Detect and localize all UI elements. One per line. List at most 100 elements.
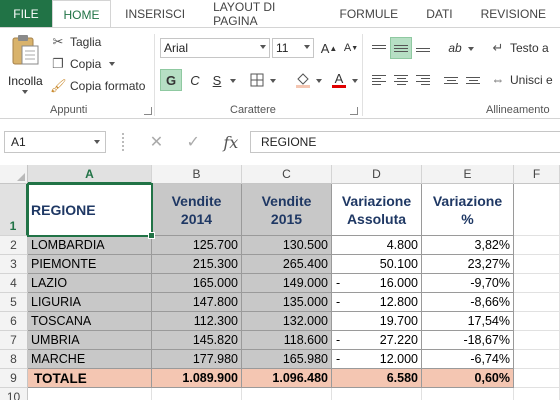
header-cell-variazione-percent[interactable]: Variazione % xyxy=(422,184,514,236)
wrap-text-button[interactable]: ↵ Testo a xyxy=(490,40,549,56)
pct-change-cell[interactable]: 3,82% xyxy=(422,236,514,255)
paste-button[interactable]: Incolla xyxy=(6,34,44,96)
formula-bar-grip[interactable] xyxy=(122,133,124,151)
sales-2015-cell[interactable]: 149.000 xyxy=(242,274,332,293)
sales-2014-cell[interactable]: 125.700 xyxy=(152,236,242,255)
orientation-button[interactable]: ab xyxy=(444,37,466,59)
empty-cell[interactable] xyxy=(514,255,560,274)
row-header-3[interactable]: 3 xyxy=(0,255,28,274)
sales-2014-cell[interactable]: 112.300 xyxy=(152,312,242,331)
increase-font-button[interactable]: A ▲ xyxy=(318,37,340,59)
increase-indent-button[interactable] xyxy=(462,69,484,91)
fill-color-button[interactable] xyxy=(292,69,314,91)
sales-2015-cell[interactable]: 118.600 xyxy=(242,331,332,350)
align-right-button[interactable] xyxy=(412,69,434,91)
row-header-6[interactable]: 6 xyxy=(0,312,28,331)
sales-2015-cell[interactable]: 132.000 xyxy=(242,312,332,331)
font-color-button[interactable]: A xyxy=(328,69,350,91)
column-header-a[interactable]: A xyxy=(28,165,152,184)
sales-2014-cell[interactable]: 177.980 xyxy=(152,350,242,369)
total-2015-cell[interactable]: 1.096.480 xyxy=(242,369,332,388)
sales-2015-cell[interactable]: 265.400 xyxy=(242,255,332,274)
row-header-4[interactable]: 4 xyxy=(0,274,28,293)
font-size-select[interactable]: 11 xyxy=(272,38,314,58)
region-cell[interactable]: PIEMONTE xyxy=(28,255,152,274)
region-cell[interactable]: UMBRIA xyxy=(28,331,152,350)
column-header-f[interactable]: F xyxy=(514,165,560,184)
abs-change-cell[interactable]: - 12.800 xyxy=(332,293,422,312)
total-pct-change-cell[interactable]: 0,60% xyxy=(422,369,514,388)
empty-cell[interactable] xyxy=(152,388,242,400)
dialog-launcher-icon[interactable] xyxy=(350,107,358,115)
region-cell[interactable]: TOSCANA xyxy=(28,312,152,331)
row-header-1[interactable]: 1 xyxy=(0,184,28,236)
row-header-9[interactable]: 9 xyxy=(0,369,28,388)
header-cell-vendite-2014[interactable]: Vendite 2014 xyxy=(152,184,242,236)
abs-change-cell[interactable]: 4.800 xyxy=(332,236,422,255)
row-header-5[interactable]: 5 xyxy=(0,293,28,312)
chevron-down-icon[interactable] xyxy=(352,79,358,83)
align-bottom-button[interactable] xyxy=(412,37,434,59)
align-top-button[interactable] xyxy=(368,37,390,59)
tab-formule[interactable]: FORMULE xyxy=(326,0,413,28)
empty-cell[interactable] xyxy=(514,274,560,293)
chevron-down-icon[interactable] xyxy=(230,79,236,83)
abs-change-cell[interactable]: - 16.000 xyxy=(332,274,422,293)
empty-cell[interactable] xyxy=(514,184,560,236)
empty-cell[interactable] xyxy=(514,331,560,350)
empty-cell[interactable] xyxy=(514,388,560,400)
underline-button[interactable]: S xyxy=(206,69,228,91)
borders-button[interactable] xyxy=(246,69,268,91)
empty-cell[interactable] xyxy=(514,236,560,255)
align-center-button[interactable] xyxy=(390,69,412,91)
pct-change-cell[interactable]: -9,70% xyxy=(422,274,514,293)
row-header-10[interactable]: 10 xyxy=(0,388,28,400)
total-2014-cell[interactable]: 1.089.900 xyxy=(152,369,242,388)
decrease-font-button[interactable]: A ▼ xyxy=(340,37,362,59)
header-cell-variazione-assoluta[interactable]: Variazione Assoluta xyxy=(332,184,422,236)
enter-icon[interactable]: ✓ xyxy=(187,132,200,152)
italic-button[interactable]: C xyxy=(184,69,206,91)
pct-change-cell[interactable]: 17,54% xyxy=(422,312,514,331)
name-box[interactable]: A1 xyxy=(4,131,106,153)
empty-cell[interactable] xyxy=(514,293,560,312)
format-painter-button[interactable]: 🖌 Copia formato xyxy=(50,78,145,94)
tab-revisione[interactable]: REVISIONE xyxy=(467,0,560,28)
dialog-launcher-icon[interactable] xyxy=(144,107,152,115)
bold-button[interactable]: G xyxy=(160,69,182,91)
pct-change-cell[interactable]: 23,27% xyxy=(422,255,514,274)
total-label-cell[interactable]: TOTALE xyxy=(28,369,152,388)
pct-change-cell[interactable]: -8,66% xyxy=(422,293,514,312)
region-cell[interactable]: MARCHE xyxy=(28,350,152,369)
tab-home[interactable]: HOME xyxy=(51,0,112,28)
decrease-indent-button[interactable] xyxy=(440,69,462,91)
chevron-down-icon[interactable] xyxy=(270,79,276,83)
insert-function-icon[interactable]: fx xyxy=(223,133,238,152)
total-abs-change-cell[interactable]: 6.580 xyxy=(332,369,422,388)
empty-cell[interactable] xyxy=(514,369,560,388)
column-header-d[interactable]: D xyxy=(332,165,422,184)
region-cell[interactable]: LIGURIA xyxy=(28,293,152,312)
header-cell-regione[interactable]: REGIONE xyxy=(28,184,152,236)
sales-2015-cell[interactable]: 165.980 xyxy=(242,350,332,369)
tab-dati[interactable]: DATI xyxy=(412,0,466,28)
font-name-select[interactable]: Arial xyxy=(160,38,270,58)
empty-cell[interactable] xyxy=(422,388,514,400)
region-cell[interactable]: LOMBARDIA xyxy=(28,236,152,255)
align-middle-button[interactable] xyxy=(390,37,412,59)
formula-input[interactable]: REGIONE xyxy=(250,131,560,153)
empty-cell[interactable] xyxy=(28,388,152,400)
empty-cell[interactable] xyxy=(514,312,560,331)
abs-change-cell[interactable]: - 27.220 xyxy=(332,331,422,350)
region-cell[interactable]: LAZIO xyxy=(28,274,152,293)
abs-change-cell[interactable]: - 12.000 xyxy=(332,350,422,369)
tab-layout-di-pagina[interactable]: LAYOUT DI PAGINA xyxy=(199,0,325,28)
sales-2015-cell[interactable]: 130.500 xyxy=(242,236,332,255)
column-header-c[interactable]: C xyxy=(242,165,332,184)
abs-change-cell[interactable]: 19.700 xyxy=(332,312,422,331)
sales-2015-cell[interactable]: 135.000 xyxy=(242,293,332,312)
tab-file[interactable]: FILE xyxy=(0,0,52,28)
align-left-button[interactable] xyxy=(368,69,390,91)
row-header-2[interactable]: 2 xyxy=(0,236,28,255)
chevron-down-icon[interactable] xyxy=(468,47,474,51)
